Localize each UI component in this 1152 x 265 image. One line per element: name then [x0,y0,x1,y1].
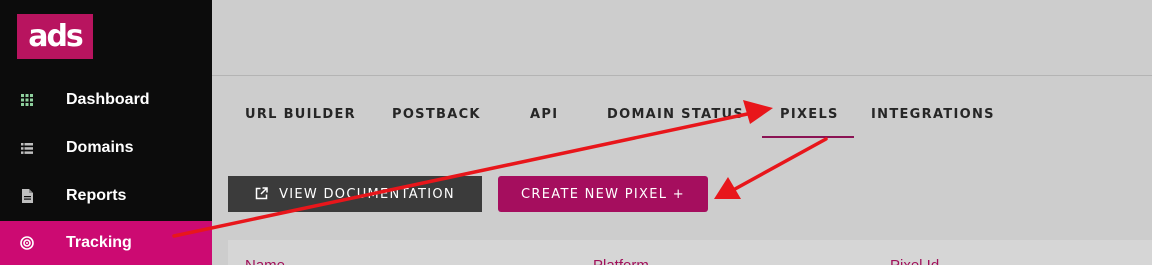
active-tab-indicator [762,136,854,138]
radar-icon [20,236,34,250]
sidebar-item-label: Dashboard [66,91,150,108]
sidebar-item-domains[interactable]: Domains [0,126,212,170]
list-icon [20,141,34,155]
sidebar-item-label: Tracking [66,234,132,251]
view-documentation-label: VIEW DOCUMENTATION [279,186,455,202]
tab-integrations[interactable]: INTEGRATIONS [871,107,995,127]
column-header-pixel-id[interactable]: Pixel Id [890,257,939,265]
sidebar-item-label: Domains [66,139,134,156]
tab-api[interactable]: API [530,107,558,127]
sidebar-item-tracking[interactable]: Tracking [0,221,212,265]
view-documentation-button[interactable]: VIEW DOCUMENTATION [228,176,482,212]
external-link-icon [255,187,269,201]
tab-domain-status[interactable]: DOMAIN STATUS [607,107,744,127]
column-header-name[interactable]: Name [245,257,285,265]
app-logo[interactable]: ads [17,14,93,59]
sidebar-item-dashboard[interactable]: Dashboard [0,78,212,122]
document-icon [20,189,34,203]
grid-icon [20,93,34,107]
tab-url-builder[interactable]: URL BUILDER [245,107,356,127]
create-new-pixel-button[interactable]: CREATE NEW PIXEL + [498,176,708,212]
arrow-pixels-to-create-button [714,137,828,199]
sidebar: ads Dashboard Domains Reports Tracking [0,0,212,265]
tab-postback[interactable]: POSTBACK [392,107,481,127]
column-header-platform[interactable]: Platform [593,257,649,265]
create-new-pixel-label: CREATE NEW PIXEL + [521,186,685,202]
tab-pixels[interactable]: PIXELS [780,107,839,127]
top-header [212,0,1152,76]
sidebar-item-label: Reports [66,187,127,204]
table-header [228,240,1152,265]
logo-text: ads [28,18,84,54]
sidebar-item-reports[interactable]: Reports [0,174,212,218]
